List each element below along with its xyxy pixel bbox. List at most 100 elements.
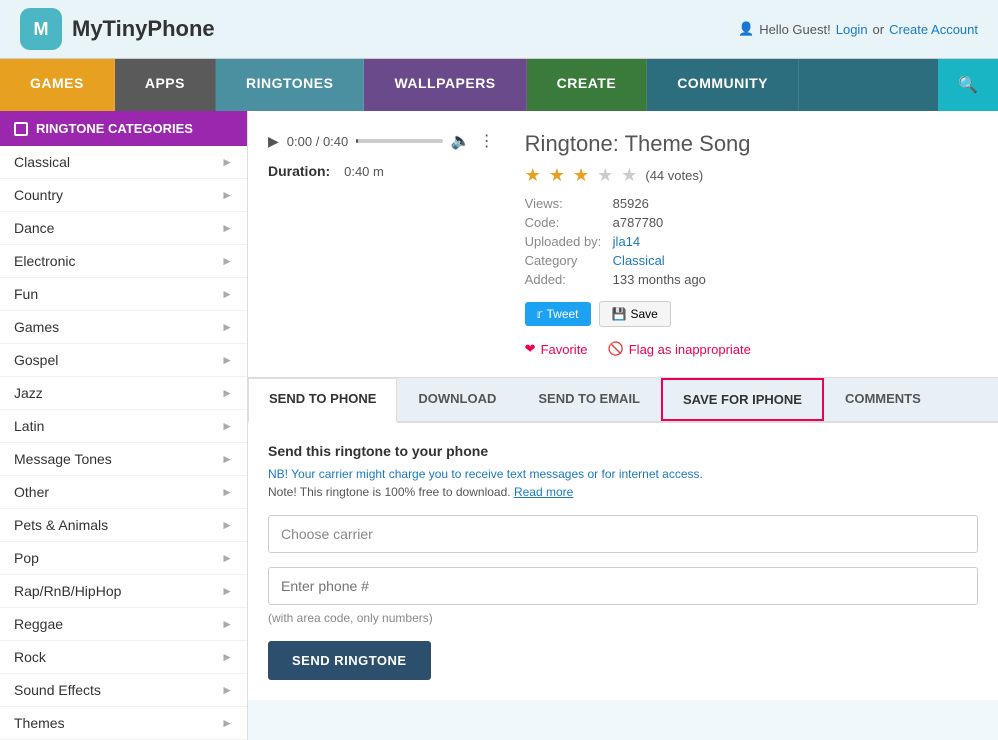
sidebar-label: Latin (14, 418, 44, 434)
sidebar-item-pets-animals[interactable]: Pets & Animals ► (0, 509, 247, 542)
send-ringtone-button[interactable]: SEND RINGTONE (268, 641, 431, 680)
chevron-right-icon: ► (221, 518, 233, 532)
chevron-right-icon: ► (221, 650, 233, 664)
stars-row: ★ ★ ★ ★ ★ (44 votes) (525, 165, 978, 186)
sidebar-item-sound-effects[interactable]: Sound Effects ► (0, 674, 247, 707)
sidebar-item-themes[interactable]: Themes ► (0, 707, 247, 740)
user-icon: 👤 (738, 21, 754, 37)
sidebar-item-other[interactable]: Other ► (0, 476, 247, 509)
save-button[interactable]: 💾 Save (599, 301, 671, 327)
sidebar-item-message-tones[interactable]: Message Tones ► (0, 443, 247, 476)
views-row: Views: 85926 (525, 196, 978, 211)
star-empty-1[interactable]: ★ (597, 165, 613, 186)
tab-download[interactable]: DOWNLOAD (397, 378, 517, 421)
tab-save-for-iphone[interactable]: SAVE FOR IPHONE (661, 378, 824, 421)
star-2[interactable]: ★ (549, 165, 565, 186)
sidebar-header: RINGTONE CATEGORIES (0, 111, 247, 146)
code-label: Code: (525, 215, 605, 230)
nav-community[interactable]: COMMUNITY (647, 59, 799, 111)
carrier-select[interactable]: Choose carrier (268, 515, 978, 553)
nav-games[interactable]: GAMES (0, 59, 115, 111)
ringtone-info: Ringtone: Theme Song ★ ★ ★ ★ ★ (44 votes… (525, 131, 978, 357)
sidebar-label: Fun (14, 286, 38, 302)
read-more-link[interactable]: Read more (514, 485, 573, 499)
sidebar-item-classical[interactable]: Classical ► (0, 146, 247, 179)
sidebar-label: Country (14, 187, 63, 203)
duration-value: 0:40 m (344, 164, 384, 179)
chevron-right-icon: ► (221, 452, 233, 466)
duration-row: Duration: 0:40 m (268, 163, 495, 179)
sidebar-item-rap[interactable]: Rap/RnB/HipHop ► (0, 575, 247, 608)
flag-button[interactable]: 🚫 Flag as inappropriate (608, 341, 751, 357)
sidebar-label: Rock (14, 649, 46, 665)
chevron-right-icon: ► (221, 617, 233, 631)
login-link[interactable]: Login (836, 22, 868, 37)
nav-ringtones[interactable]: RINGTONES (216, 59, 364, 111)
tab-send-to-phone[interactable]: SEND TO PHONE (248, 378, 397, 423)
chevron-right-icon: ► (221, 254, 233, 268)
sidebar-item-pop[interactable]: Pop ► (0, 542, 247, 575)
tab-comments[interactable]: COMMENTS (824, 378, 942, 421)
sidebar-label: Classical (14, 154, 70, 170)
create-account-link[interactable]: Create Account (889, 22, 978, 37)
uploaded-value[interactable]: jla14 (613, 234, 640, 249)
nav-create[interactable]: CREATE (527, 59, 648, 111)
sidebar-label: Dance (14, 220, 54, 236)
progress-fill (356, 139, 358, 143)
code-row: Code: a787780 (525, 215, 978, 230)
flag-icon: 🚫 (608, 341, 624, 357)
bookmark-icon: 💾 (612, 307, 627, 321)
sidebar-item-games[interactable]: Games ► (0, 311, 247, 344)
chevron-right-icon: ► (221, 683, 233, 697)
added-row: Added: 133 months ago (525, 272, 978, 287)
more-options-icon[interactable]: ⋮ (479, 131, 495, 151)
sidebar-item-electronic[interactable]: Electronic ► (0, 245, 247, 278)
sidebar-item-rock[interactable]: Rock ► (0, 641, 247, 674)
nb-text: NB! Your carrier might charge you to rec… (268, 467, 978, 481)
views-label: Views: (525, 196, 605, 211)
area-code-note: (with area code, only numbers) (268, 611, 978, 625)
sidebar-label: Jazz (14, 385, 43, 401)
sidebar-item-dance[interactable]: Dance ► (0, 212, 247, 245)
chevron-right-icon: ► (221, 287, 233, 301)
sidebar-item-country[interactable]: Country ► (0, 179, 247, 212)
main: RINGTONE CATEGORIES Classical ► Country … (0, 111, 998, 740)
tab-send-to-email[interactable]: SEND TO EMAIL (517, 378, 661, 421)
content: ▶ 0:00 / 0:40 🔈 ⋮ Duration: 0:40 m Ringt (248, 111, 998, 740)
favorite-button[interactable]: ❤ Favorite (525, 341, 588, 357)
search-button[interactable]: 🔍 (938, 59, 998, 111)
tab-content: Send this ringtone to your phone NB! You… (248, 423, 998, 700)
sidebar-item-jazz[interactable]: Jazz ► (0, 377, 247, 410)
volume-icon[interactable]: 🔈 (451, 131, 471, 151)
chevron-right-icon: ► (221, 419, 233, 433)
star-empty-2[interactable]: ★ (621, 165, 637, 186)
added-label: Added: (525, 272, 605, 287)
progress-bar[interactable] (356, 139, 443, 143)
send-title: Send this ringtone to your phone (268, 443, 978, 459)
sidebar-item-fun[interactable]: Fun ► (0, 278, 247, 311)
star-1[interactable]: ★ (525, 165, 541, 186)
chevron-right-icon: ► (221, 386, 233, 400)
audio-player: ▶ 0:00 / 0:40 🔈 ⋮ (268, 131, 495, 151)
chevron-right-icon: ► (221, 551, 233, 565)
views-value: 85926 (613, 196, 649, 211)
phone-input[interactable] (268, 567, 978, 605)
added-value: 133 months ago (613, 272, 706, 287)
tabs-section: SEND TO PHONE DOWNLOAD SEND TO EMAIL SAV… (248, 378, 998, 700)
sidebar-item-reggae[interactable]: Reggae ► (0, 608, 247, 641)
heart-icon: ❤ (525, 341, 536, 357)
sidebar-item-latin[interactable]: Latin ► (0, 410, 247, 443)
nav-wallpapers[interactable]: WALLPAPERS (364, 59, 526, 111)
sidebar-label: Themes (14, 715, 65, 731)
category-value[interactable]: Classical (613, 253, 665, 268)
note-text: Note! This ringtone is 100% free to down… (268, 485, 978, 499)
tweet-button[interactable]: 𝕣 Tweet (525, 302, 591, 326)
sidebar-label: Sound Effects (14, 682, 101, 698)
star-half[interactable]: ★ (573, 165, 589, 186)
play-button[interactable]: ▶ (268, 133, 279, 150)
sidebar-label: Games (14, 319, 59, 335)
sidebar-label: Electronic (14, 253, 75, 269)
sidebar-item-gospel[interactable]: Gospel ► (0, 344, 247, 377)
chevron-right-icon: ► (221, 353, 233, 367)
nav-apps[interactable]: APPS (115, 59, 216, 111)
